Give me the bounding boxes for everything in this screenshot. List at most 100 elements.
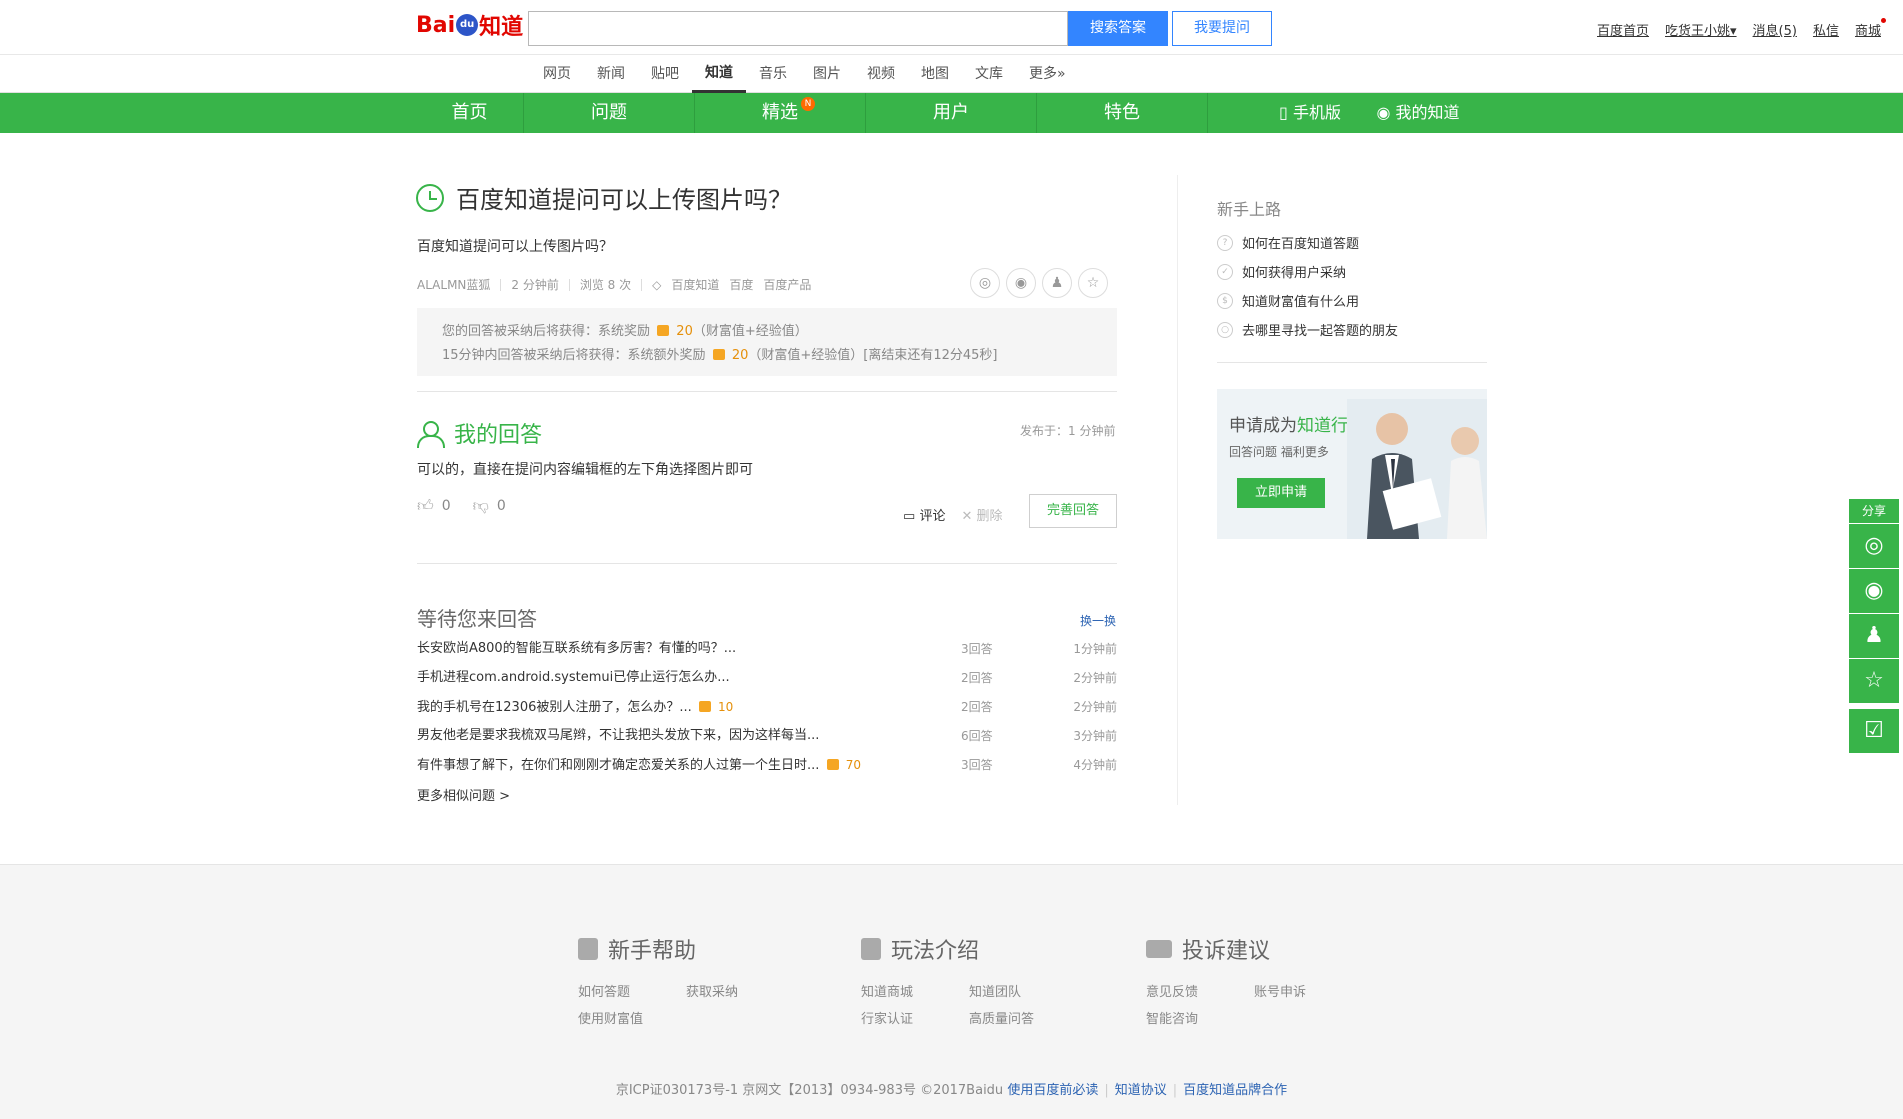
refresh-link[interactable]: 换一换 bbox=[1080, 612, 1116, 629]
question-author[interactable]: ALALMN蓝狐 bbox=[417, 276, 490, 293]
qq-share-icon[interactable]: ♟ bbox=[1042, 268, 1072, 298]
tag-icon: ◇ bbox=[652, 277, 662, 292]
nav-home[interactable]: 首页 bbox=[416, 93, 523, 133]
list-item[interactable]: 手机进程com.android.systemui已停止运行怎么办... 2回答 2分… bbox=[417, 667, 1117, 696]
answer-count: 3回答 bbox=[961, 642, 993, 656]
nav-questions[interactable]: 问题 bbox=[524, 93, 694, 133]
weibo-share-icon[interactable]: ◉ bbox=[1006, 268, 1036, 298]
search-input[interactable] bbox=[528, 11, 1068, 46]
nav-featured-label: 精选 bbox=[762, 102, 798, 123]
prod-nav-item-active[interactable]: 知道 bbox=[692, 56, 746, 93]
footer-link[interactable]: 账号申诉 bbox=[1254, 981, 1362, 1000]
user-icon bbox=[416, 420, 445, 448]
sidebar-item-wealth[interactable]: $ 知道财富值有什么用 bbox=[1217, 286, 1398, 315]
link-baidu-home[interactable]: 百度首页 bbox=[1597, 20, 1649, 39]
search-button[interactable]: 搜索答案 bbox=[1068, 11, 1168, 46]
footer-link[interactable]: 智能咨询 bbox=[1146, 1008, 1254, 1027]
sidebar-item-find-friends[interactable]: ○ 去哪里寻找一起答题的朋友 bbox=[1217, 315, 1398, 344]
qq-icon[interactable]: ♟ bbox=[1849, 614, 1899, 658]
question-title: 百度知道提问可以上传图片吗？ bbox=[416, 180, 792, 215]
clipboard-check-icon[interactable]: ☑ bbox=[1849, 709, 1899, 753]
footer-link[interactable]: 获取采纳 bbox=[686, 981, 794, 1000]
favorite-star-icon[interactable]: ☆ bbox=[1078, 268, 1108, 298]
thumbs-down-icon: 👎︎ bbox=[472, 496, 489, 515]
footer-link[interactable]: 知道商城 bbox=[861, 981, 969, 1000]
post-time: 3分钟前 bbox=[1073, 729, 1117, 743]
link-messages[interactable]: 消息(5) bbox=[1753, 20, 1797, 39]
footer-link[interactable]: 意见反馈 bbox=[1146, 981, 1254, 1000]
footer-link[interactable]: 高质量问答 bbox=[969, 1008, 1077, 1027]
wechat-icon[interactable]: ◎ bbox=[1849, 524, 1899, 568]
nav-featured[interactable]: 精选 bbox=[695, 93, 865, 133]
nav-mobile[interactable]: ▯ 手机版 bbox=[1270, 93, 1350, 133]
prod-nav-item[interactable]: 视频 bbox=[854, 56, 908, 93]
expert-promo-banner[interactable]: 申请成为知道行家 回答问题 福利更多 立即申请 bbox=[1217, 389, 1487, 539]
prod-nav-item[interactable]: 音乐 bbox=[746, 56, 800, 93]
list-item[interactable]: 我的手机号在12306被别人注册了，怎么办？... 10 2回答 2分钟前 bbox=[417, 696, 1117, 725]
reward-text: 您的回答被采纳后将获得：系统奖励 bbox=[442, 324, 651, 339]
footer-col-heading: 新手帮助 bbox=[578, 933, 794, 965]
prod-nav-item[interactable]: 图片 bbox=[800, 56, 854, 93]
waiting-question-text[interactable]: 男友他老是要求我梳双马尾辫，不让我把头发放下来，因为这样每当... bbox=[417, 728, 819, 743]
downvote-button[interactable]: 👎︎ 0 bbox=[473, 496, 506, 516]
list-item[interactable]: 有件事想了解下，在你们和刚刚才确定恋爱关系的人过第一个生日时... 70 3回答 4… bbox=[417, 754, 1117, 783]
footer-link[interactable]: 如何答题 bbox=[578, 981, 686, 1000]
prod-nav-item[interactable]: 文库 bbox=[962, 56, 1016, 93]
main-nav: 首页 问题 精选 N 用户 特色 ▯ 手机版 ◉ 我的知道 bbox=[0, 93, 1903, 133]
answer-time: 发布于：1 分钟前 bbox=[1020, 424, 1116, 438]
question-tag[interactable]: 百度产品 bbox=[763, 276, 811, 293]
delete-button[interactable]: ✕ 删除 bbox=[961, 505, 1002, 524]
sidebar-item-how-to-answer[interactable]: ? 如何在百度知道答题 bbox=[1217, 228, 1398, 257]
waiting-question-text[interactable]: 长安欧尚A800的智能互联系统有多厉害？有懂的吗？... bbox=[417, 641, 736, 656]
link-username[interactable]: 吃货王小姚▾ bbox=[1665, 20, 1737, 39]
apply-now-button[interactable]: 立即申请 bbox=[1237, 478, 1325, 508]
prod-nav-item[interactable]: 贴吧 bbox=[638, 56, 692, 93]
question-tag[interactable]: 百度 bbox=[729, 276, 753, 293]
footer-link[interactable]: 使用百度前必读 bbox=[1007, 1083, 1098, 1098]
waiting-question-text[interactable]: 手机进程com.android.systemui已停止运行怎么办... bbox=[417, 670, 730, 685]
footer-link[interactable]: 知道协议 bbox=[1115, 1083, 1167, 1098]
weibo-icon[interactable]: ◉ bbox=[1849, 569, 1899, 613]
list-item[interactable]: 长安欧尚A800的智能互联系统有多厉害？有懂的吗？... 3回答 1分钟前 bbox=[417, 638, 1117, 667]
link-mall[interactable]: 商城 bbox=[1855, 18, 1887, 39]
nav-my-label: 我的知道 bbox=[1395, 103, 1460, 122]
reward-line-2: 15分钟内回答被采纳后将获得：系统额外奖励 20（财富值+经验值）[离结束还有1… bbox=[442, 344, 1092, 368]
ask-question-button[interactable]: 我要提问 bbox=[1172, 11, 1272, 46]
waiting-question-text[interactable]: 有件事想了解下，在你们和刚刚才确定恋爱关系的人过第一个生日时... bbox=[417, 758, 819, 773]
list-item[interactable]: 男友他老是要求我梳双马尾辫，不让我把头发放下来，因为这样每当... 6回答 3分钟前 bbox=[417, 725, 1117, 754]
improve-answer-button[interactable]: 完善回答 bbox=[1029, 494, 1117, 528]
waiting-question-list: 长安欧尚A800的智能互联系统有多厉害？有懂的吗？... 3回答 1分钟前 手机进程… bbox=[417, 638, 1117, 783]
waiting-question-text[interactable]: 我的手机号在12306被别人注册了，怎么办？... bbox=[417, 700, 692, 715]
nav-users[interactable]: 用户 bbox=[866, 93, 1036, 133]
nav-my-zhidao[interactable]: ◉ 我的知道 bbox=[1368, 93, 1468, 133]
link-private-messages[interactable]: 私信 bbox=[1813, 20, 1839, 39]
footer-link[interactable]: 使用财富值 bbox=[578, 1008, 686, 1027]
star-icon[interactable]: ☆ bbox=[1849, 659, 1899, 703]
footer-link[interactable]: 知道团队 bbox=[969, 981, 1077, 1000]
prod-nav-item-more[interactable]: 更多» bbox=[1016, 56, 1079, 93]
divider bbox=[417, 391, 1117, 392]
coin-icon bbox=[712, 349, 725, 360]
footer-link[interactable]: 行家认证 bbox=[861, 1008, 969, 1027]
baidu-zhidao-logo[interactable]: Bai du 知道 bbox=[416, 8, 523, 42]
share-label: 分享 bbox=[1849, 499, 1899, 523]
footer-links: 意见反馈 账号申诉 智能咨询 bbox=[1146, 981, 1362, 1027]
more-similar-link[interactable]: 更多相似问题 > bbox=[417, 785, 510, 804]
nav-special[interactable]: 特色 bbox=[1037, 93, 1207, 133]
top-bar: Bai du 知道 搜索答案 我要提问 百度首页 吃货王小姚▾ 消息(5) 私信 商… bbox=[0, 0, 1903, 55]
footer-col-help: 新手帮助 如何答题 获取采纳 使用财富值 bbox=[578, 933, 794, 1027]
prod-nav-item[interactable]: 网页 bbox=[530, 56, 584, 93]
comment-button[interactable]: ▭ 评论 bbox=[903, 505, 945, 524]
sidebar-item-label: 去哪里寻找一起答题的朋友 bbox=[1242, 324, 1399, 339]
wechat-share-icon[interactable]: ◎ bbox=[970, 268, 1000, 298]
upvote-button[interactable]: 👍︎ 0 bbox=[417, 496, 451, 516]
prod-nav-item[interactable]: 新闻 bbox=[584, 56, 638, 93]
prod-nav-item[interactable]: 地图 bbox=[908, 56, 962, 93]
person-icon bbox=[578, 938, 598, 960]
meta-divider bbox=[568, 278, 570, 291]
footer-link[interactable]: 百度知道品牌合作 bbox=[1183, 1083, 1287, 1098]
question-tag[interactable]: 百度知道 bbox=[671, 276, 719, 293]
footer-col-heading: 投诉建议 bbox=[1146, 933, 1362, 965]
sidebar-item-get-accepted[interactable]: ✓ 如何获得用户采纳 bbox=[1217, 257, 1398, 286]
question-mark-icon: ? bbox=[1217, 234, 1233, 251]
